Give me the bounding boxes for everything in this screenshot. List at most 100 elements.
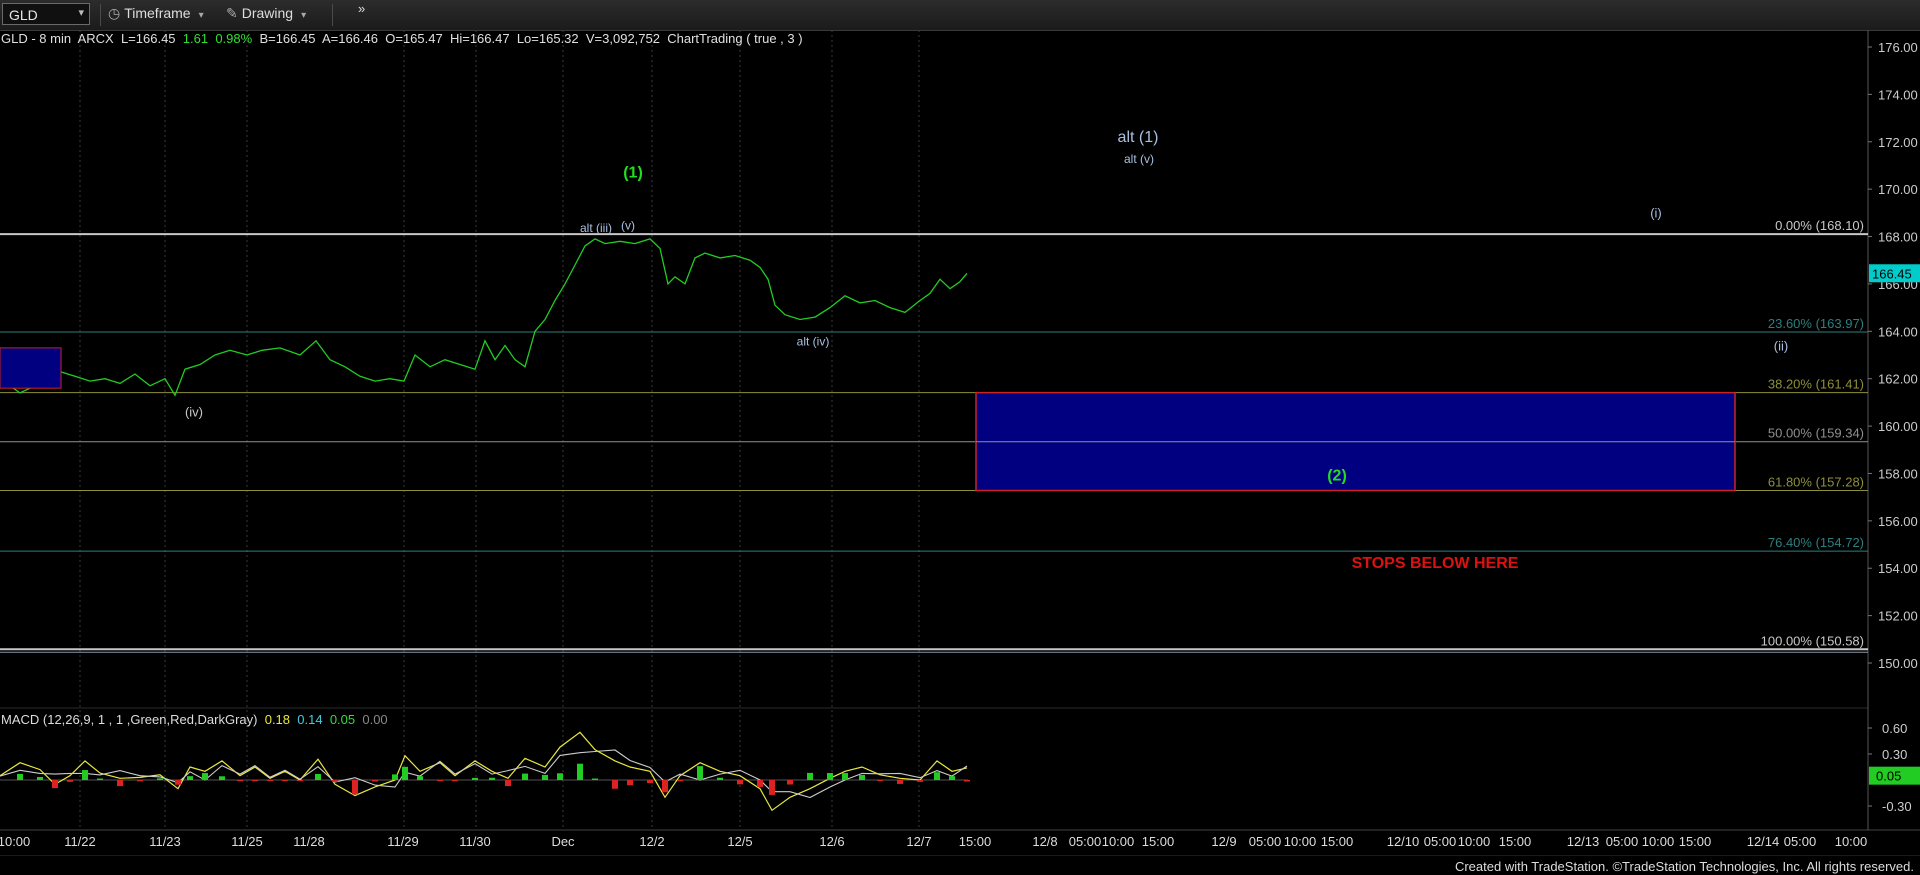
macd-histogram-bar (402, 766, 408, 780)
wave-label: alt (iii) (580, 221, 612, 235)
time-axis-label: 12/2 (639, 834, 664, 849)
macd-tick-label: 0.60 (1882, 721, 1907, 736)
fib-level-label: 50.00% (159.34) (1768, 426, 1864, 441)
macd-histogram-bar (437, 780, 443, 782)
wave-label: alt (iv) (797, 335, 830, 349)
macd-histogram-bar (949, 776, 955, 780)
macd-histogram-bar (827, 772, 833, 780)
fib-level-label: 76.40% (154.72) (1768, 535, 1864, 550)
price-line (0, 238, 968, 397)
macd-histogram-bar (505, 780, 511, 787)
price-tick-label: 162.00 (1878, 372, 1918, 387)
macd-histogram-bar (392, 774, 398, 780)
macd-histogram-bar (67, 780, 73, 782)
macd-histogram-bar (647, 780, 653, 784)
macd-histogram-bar (577, 763, 583, 780)
macd-histogram-bar (267, 780, 273, 781)
price-tick-label: 170.00 (1878, 182, 1918, 197)
time-axis-label: 11/30 (459, 834, 491, 849)
time-axis-label: 12/13 (1567, 834, 1600, 849)
info-open: O=165.47 (385, 31, 443, 46)
chart-canvas[interactable]: 0.00% (168.10) 23.60% (163.97) 38.20% (161… (0, 0, 1920, 875)
macd-histogram-bar (557, 773, 563, 780)
time-axis-label: 10:00 (1284, 834, 1317, 849)
macd-histogram-bar (542, 774, 548, 780)
time-axis-label: 11/23 (149, 834, 181, 849)
macd-histogram-bar (489, 777, 495, 780)
price-tick-label: 176.00 (1878, 40, 1918, 55)
macd-histogram-bar (769, 780, 775, 795)
info-study: ChartTrading ( true , 3 ) (667, 31, 803, 46)
fib-level-label: 38.20% (161.41) (1768, 377, 1864, 392)
macd-histogram-bar (202, 773, 208, 780)
macd-histogram-bar (52, 780, 58, 789)
macd-histogram-bar (417, 776, 423, 780)
macd-histogram-bar (117, 780, 123, 787)
macd-last-label: 0.05 (1876, 769, 1901, 784)
time-axis-label: 05:00 (1249, 834, 1282, 849)
fib-level-label: 61.80% (157.28) (1768, 475, 1864, 490)
macd-histogram-bar (315, 773, 321, 780)
time-axis-label: Dec (551, 834, 575, 849)
macd-histogram-bar (842, 773, 848, 780)
price-tick-label: 160.00 (1878, 419, 1918, 434)
info-change: 1.61 (182, 31, 209, 46)
target-boxes (0, 347, 1736, 492)
time-axis-label: 15:00 (1679, 834, 1712, 849)
wave-label: (ii) (1774, 338, 1788, 353)
wave-label: (i) (1650, 206, 1662, 221)
macd-info-bar: MACD (12,26,9, 1 , 1 ,Green,Red,DarkGray… (1, 712, 388, 727)
wave-label: (2) (1327, 468, 1347, 485)
macd-histogram-bar (859, 774, 865, 780)
macd-histogram-bar (352, 780, 358, 795)
previous-target-box (0, 347, 62, 389)
wave-label: (1) (623, 164, 643, 181)
macd-tick-label: -0.30 (1882, 799, 1912, 814)
price-tick-label: 158.00 (1878, 466, 1918, 481)
time-axis-label: 11/22 (64, 834, 96, 849)
macd-histogram-bar (757, 780, 763, 787)
macd-histogram-bar (157, 778, 163, 780)
price-tick-label: 172.00 (1878, 135, 1918, 150)
price-series (0, 238, 968, 397)
price-tick-label: 156.00 (1878, 514, 1918, 529)
wave-label: alt (1) (1118, 129, 1159, 146)
last-price-label: 166.45 (1872, 266, 1912, 281)
time-axis-label: 12/14 (1747, 834, 1780, 849)
info-change-pct: 0.98% (215, 31, 253, 46)
macd-histogram-bar (37, 776, 43, 780)
macd-histogram-bar (627, 780, 633, 786)
symbol-info-bar: GLD - 8 min ARCX L=166.45 1.61 0.98% B=1… (1, 31, 803, 46)
macd-value-4: 0.00 (362, 712, 388, 727)
macd-histogram-bar (717, 777, 723, 780)
time-axis-label: 05:00 (1784, 834, 1817, 849)
macd-histogram-bar (592, 778, 598, 780)
macd-histogram-bar (677, 780, 683, 782)
macd-histogram-bar (282, 780, 288, 781)
macd-histogram-bar (175, 780, 181, 785)
stops-below-label: STOPS BELOW HERE (1352, 555, 1519, 572)
price-tick-label: 150.00 (1878, 656, 1918, 671)
macd-histogram-bar (372, 780, 378, 782)
copyright-footer: Created with TradeStation. ©TradeStation… (1454, 859, 1914, 874)
macd-histogram-bar (737, 780, 743, 785)
info-ask: A=166.46 (321, 31, 379, 46)
macd-value-3: 0.05 (329, 712, 356, 727)
info-symbol: GLD - 8 min (1, 31, 72, 46)
price-tick-label: 168.00 (1878, 230, 1918, 245)
time-axis-label: 15:00 (959, 834, 992, 849)
macd-histogram-bar (807, 772, 813, 780)
macd-histogram-bar (17, 773, 23, 780)
wave-label: (v) (621, 218, 635, 232)
time-axis-label: 05:00 (1069, 834, 1102, 849)
time-axis-label: 10:00 (1835, 834, 1868, 849)
time-axis-label: 10:00 (1642, 834, 1675, 849)
fib-level-label: 100.00% (150.58) (1761, 633, 1864, 648)
time-axis-label: 12/7 (906, 834, 931, 849)
macd-histogram-bar (897, 780, 903, 784)
macd-histogram-bar (964, 780, 970, 782)
time-axis-label: 10:00 (0, 834, 30, 849)
macd-histogram-bar (787, 780, 793, 785)
macd-signal-line (0, 749, 968, 799)
time-axis-label: 12/10 (1387, 834, 1420, 849)
